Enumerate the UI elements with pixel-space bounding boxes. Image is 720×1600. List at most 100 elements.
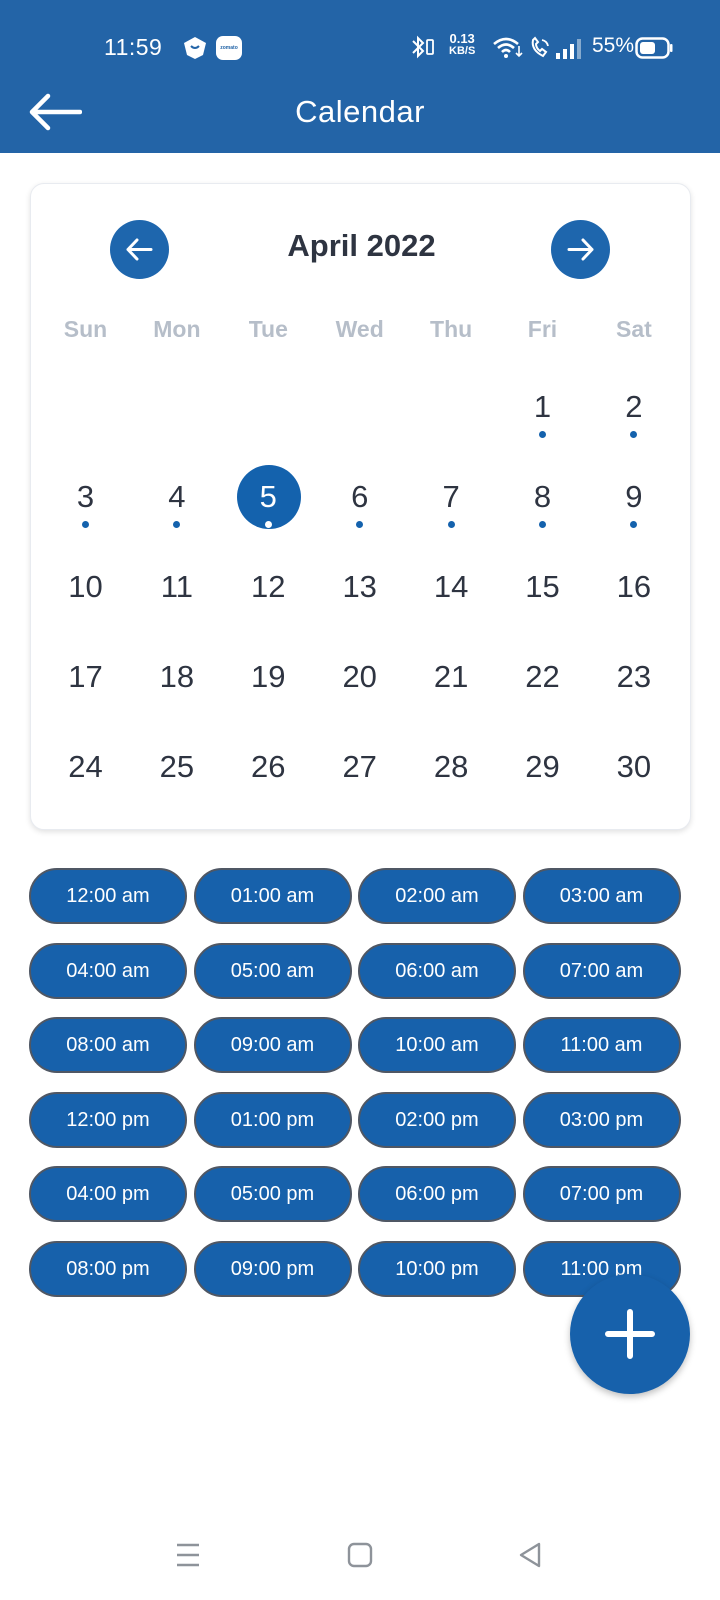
time-slot-button[interactable]: 10:00 pm bbox=[358, 1240, 516, 1297]
event-dot bbox=[82, 521, 89, 528]
day-number: 21 bbox=[433, 659, 469, 694]
zomato-badge-text: zomato bbox=[220, 45, 238, 51]
event-dot bbox=[630, 521, 638, 528]
calendar-day[interactable]: 4 bbox=[131, 457, 222, 548]
day-number: 12 bbox=[251, 569, 286, 604]
time-slot-button[interactable]: 02:00 am bbox=[358, 868, 516, 924]
time-slot-button[interactable]: 05:00 pm bbox=[193, 1166, 352, 1222]
calendar-day[interactable]: 9 bbox=[588, 457, 679, 548]
event-dot bbox=[356, 521, 364, 528]
time-slot-button[interactable]: 03:00 am bbox=[522, 868, 681, 924]
day-number: 18 bbox=[159, 659, 195, 694]
day-number: 5 bbox=[259, 479, 277, 514]
calendar-day[interactable]: 14 bbox=[406, 547, 497, 638]
bluetooth-icon bbox=[412, 35, 434, 59]
calendar-day[interactable]: 6 bbox=[314, 457, 405, 548]
time-slot-button[interactable]: 03:00 pm bbox=[522, 1091, 681, 1148]
speed-value: 0.13 bbox=[449, 31, 475, 46]
time-slot-button[interactable]: 12:00 am bbox=[29, 868, 187, 924]
day-number: 9 bbox=[625, 479, 643, 514]
calendar-day[interactable]: 21 bbox=[406, 637, 497, 728]
time-slot-grid: 12:00 am 01:00 am 02:00 am 03:00 am 04:00 am… bbox=[29, 868, 686, 1308]
calendar-day[interactable]: 7 bbox=[406, 457, 497, 548]
calendar-day[interactable]: 19 bbox=[223, 637, 314, 728]
calendar-day[interactable]: 1 bbox=[497, 367, 588, 458]
menu-icon[interactable] bbox=[171, 1538, 205, 1572]
top-bar: 11:59 zomato 0.13 KB/S 55% Calendar bbox=[0, 0, 720, 153]
time-slot-button[interactable]: 09:00 am bbox=[193, 1017, 352, 1073]
battery-icon bbox=[635, 37, 673, 59]
time-slot-button[interactable]: 04:00 pm bbox=[29, 1166, 187, 1222]
day-number: 7 bbox=[442, 479, 460, 514]
time-slot-button[interactable]: 06:00 am bbox=[358, 942, 516, 999]
day-number: 20 bbox=[342, 659, 377, 694]
time-slot-button[interactable]: 11:00 am bbox=[522, 1017, 681, 1073]
calendar-day[interactable]: 27 bbox=[314, 727, 405, 818]
weekday-label: Thu bbox=[430, 316, 473, 342]
day-number: 30 bbox=[616, 749, 652, 784]
day-number: 28 bbox=[433, 749, 469, 784]
calendar-day[interactable]: 20 bbox=[314, 637, 405, 728]
time-slot-button[interactable]: 02:00 pm bbox=[358, 1091, 516, 1148]
day-number: 27 bbox=[342, 749, 377, 784]
calendar-day[interactable]: 18 bbox=[131, 637, 222, 728]
calendar-day[interactable]: 28 bbox=[406, 727, 497, 818]
day-number: 1 bbox=[533, 389, 552, 424]
home-icon[interactable] bbox=[343, 1538, 377, 1572]
time-slot-button[interactable]: 05:00 am bbox=[193, 942, 352, 999]
day-number: 8 bbox=[533, 479, 552, 514]
back-icon[interactable] bbox=[513, 1538, 547, 1572]
time-slot-button[interactable]: 07:00 pm bbox=[522, 1166, 681, 1222]
calendar-day[interactable]: 26 bbox=[223, 727, 314, 818]
calendar-day[interactable]: 2 bbox=[588, 367, 679, 458]
time-slot-button[interactable]: 12:00 pm bbox=[29, 1091, 187, 1148]
calendar-day[interactable]: 11 bbox=[131, 547, 222, 638]
day-number: 2 bbox=[625, 389, 643, 424]
day-number: 25 bbox=[159, 749, 195, 784]
day-number: 24 bbox=[68, 749, 103, 784]
day-number: 3 bbox=[76, 479, 95, 514]
calendar-day[interactable]: 15 bbox=[497, 547, 588, 638]
calendar-day[interactable]: 16 bbox=[588, 547, 679, 638]
time-slot-button[interactable]: 09:00 pm bbox=[193, 1240, 352, 1297]
calendar-day[interactable]: 30 bbox=[588, 727, 679, 818]
calendar-day[interactable]: 25 bbox=[131, 727, 222, 818]
event-dot bbox=[447, 521, 455, 528]
day-number: 14 bbox=[433, 569, 469, 604]
calendar-day[interactable]: 3 bbox=[40, 457, 131, 548]
calendar-day[interactable]: 23 bbox=[588, 637, 679, 728]
calendar-day[interactable]: 22 bbox=[497, 637, 588, 728]
weekday-label: Wed bbox=[335, 316, 384, 342]
day-number: 6 bbox=[351, 479, 369, 514]
time-slot-button[interactable]: 01:00 pm bbox=[193, 1091, 352, 1148]
day-number: 16 bbox=[616, 569, 652, 604]
calendar-card: April 2022 Sun Mon Tue Wed Thu Fri Sat 1234567… bbox=[30, 183, 691, 830]
arrow-right-icon bbox=[567, 238, 594, 261]
calendar-day[interactable]: 13 bbox=[314, 547, 405, 638]
time-slot-button[interactable]: 01:00 am bbox=[193, 868, 352, 924]
add-event-button[interactable] bbox=[570, 1274, 690, 1394]
signal-icon bbox=[556, 39, 581, 59]
time-slot-button[interactable]: 10:00 am bbox=[358, 1017, 516, 1073]
calendar-day[interactable]: 24 bbox=[40, 727, 131, 818]
weekday-label: Fri bbox=[527, 316, 558, 342]
day-number: 22 bbox=[525, 659, 560, 694]
weekday-label: Tue bbox=[248, 316, 288, 342]
zomato-icon: zomato bbox=[216, 36, 242, 60]
day-number: 10 bbox=[68, 569, 103, 604]
time-slot-button[interactable]: 04:00 am bbox=[29, 942, 187, 999]
calendar-day[interactable]: 29 bbox=[497, 727, 588, 818]
plus-icon bbox=[605, 1309, 655, 1359]
next-month-button[interactable] bbox=[551, 220, 610, 279]
calendar-day[interactable]: 8 bbox=[497, 457, 588, 548]
calendar-day[interactable]: 5 bbox=[223, 457, 314, 548]
calendar-day[interactable]: 17 bbox=[40, 637, 131, 728]
time-slot-button[interactable]: 06:00 pm bbox=[358, 1166, 516, 1222]
time-slot-button[interactable]: 08:00 am bbox=[29, 1017, 187, 1073]
time-slot-button[interactable]: 08:00 pm bbox=[29, 1240, 187, 1297]
calendar-day[interactable]: 10 bbox=[40, 547, 131, 638]
time-slot-button[interactable]: 07:00 am bbox=[522, 942, 681, 999]
event-dot bbox=[539, 521, 546, 528]
event-dot bbox=[173, 521, 181, 528]
calendar-day[interactable]: 12 bbox=[223, 547, 314, 638]
